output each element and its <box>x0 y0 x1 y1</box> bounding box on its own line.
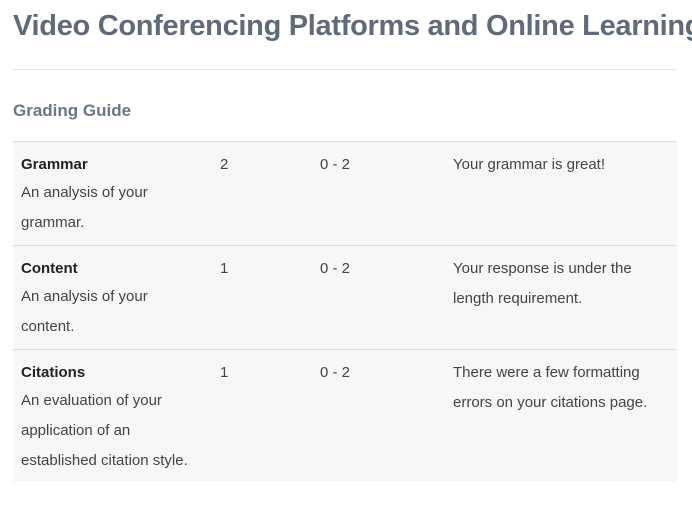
score-cell: 1 <box>220 364 229 381</box>
range-cell: 0 - 2 <box>320 364 351 381</box>
range-cell: 0 - 2 <box>320 156 351 173</box>
criterion-description: An analysis of your grammar. <box>21 184 148 231</box>
criterion-name: Citations <box>21 364 86 381</box>
score-cell: 1 <box>220 260 229 277</box>
grading-guide-heading: Grading Guide <box>13 101 132 120</box>
criterion-description: An analysis of your content. <box>21 288 148 335</box>
page-title: Video Conferencing Platforms and Online … <box>13 10 692 42</box>
feedback-cell: Your grammar is great! <box>453 156 606 173</box>
score-cell: 2 <box>220 156 229 173</box>
table-row: Grammar An analysis of your grammar. 2 0… <box>13 142 677 246</box>
title-divider <box>13 69 677 70</box>
grading-guide-table: Grammar An analysis of your grammar. 2 0… <box>13 141 677 482</box>
criterion-description: An evaluation of your application of an … <box>21 392 188 469</box>
criterion-name: Grammar <box>21 156 88 173</box>
criterion-cell: Grammar An analysis of your grammar. <box>13 153 212 238</box>
criterion-cell: Content An analysis of your content. <box>13 257 212 342</box>
feedback-cell: Your response is under the length requir… <box>453 260 632 307</box>
feedback-cell: There were a few formatting errors on yo… <box>453 364 648 411</box>
table-row: Citations An evaluation of your applicat… <box>13 350 677 482</box>
table-row: Content An analysis of your content. 1 0… <box>13 246 677 350</box>
criterion-name: Content <box>21 260 78 277</box>
page: Video Conferencing Platforms and Online … <box>0 0 692 508</box>
criterion-cell: Citations An evaluation of your applicat… <box>13 361 212 476</box>
range-cell: 0 - 2 <box>320 260 351 277</box>
